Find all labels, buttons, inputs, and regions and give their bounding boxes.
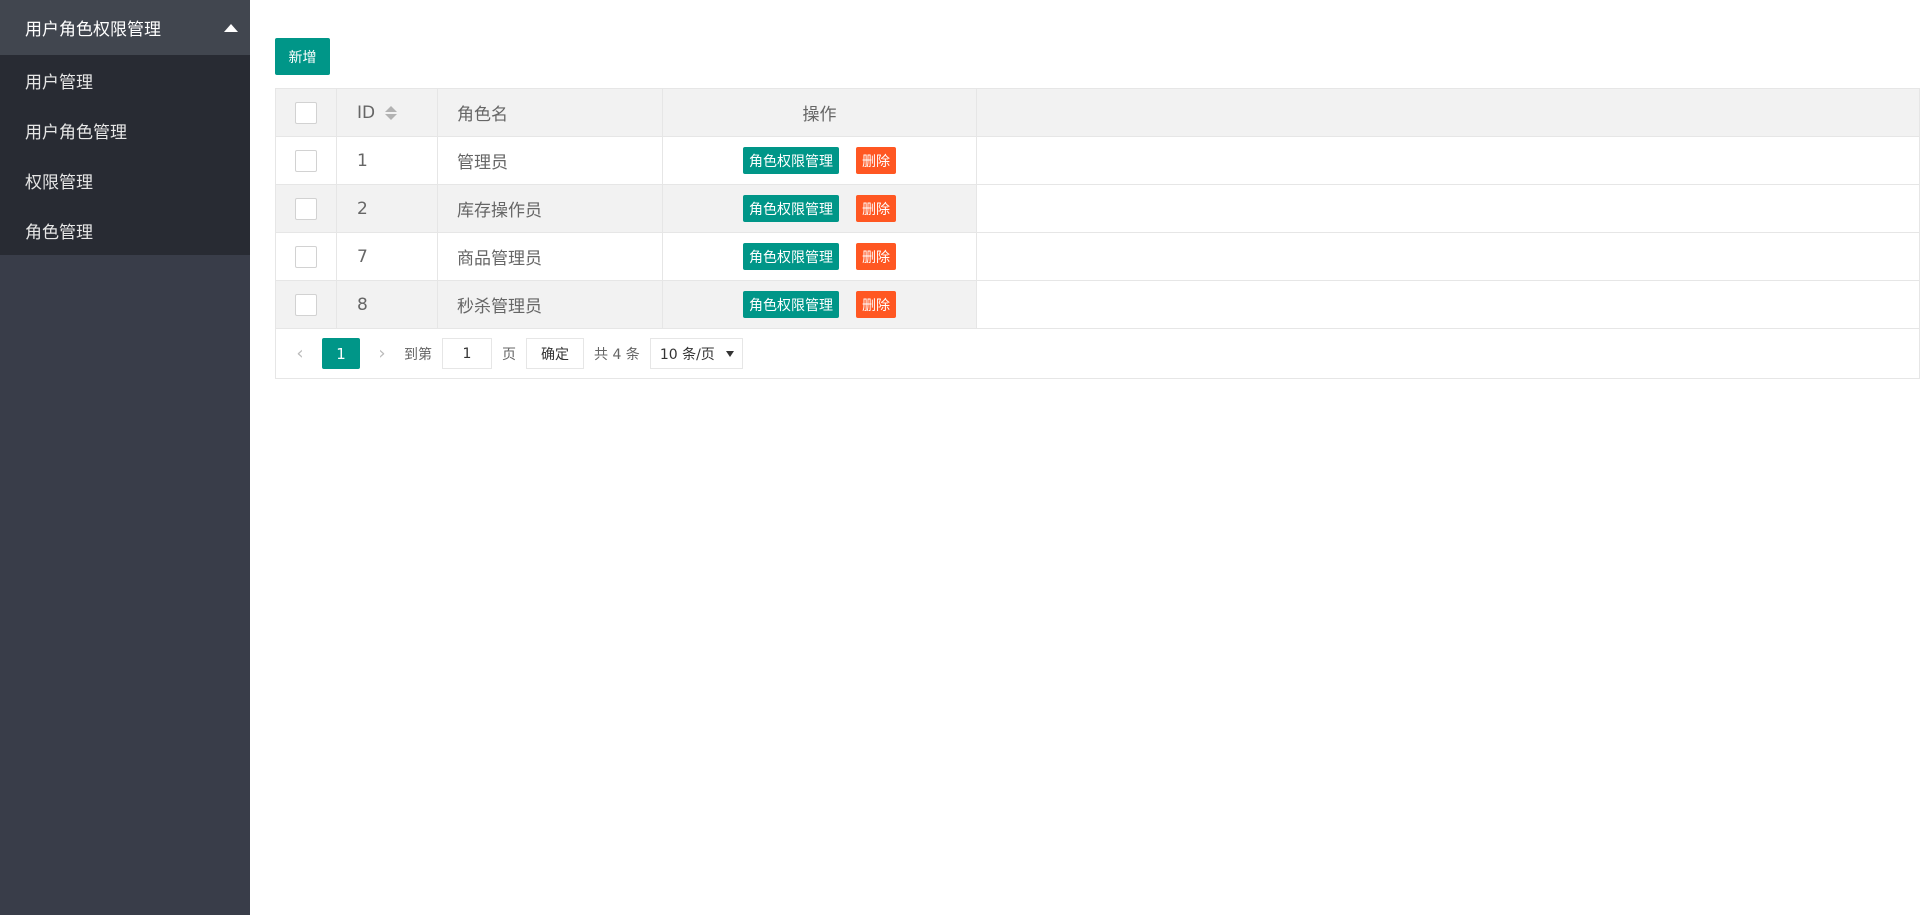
row-ops: 角色权限管理 删除 [663, 185, 977, 232]
dropdown-caret-icon [725, 350, 734, 357]
next-page-icon[interactable]: › [370, 343, 394, 364]
header-ops: 操作 [663, 89, 977, 136]
row-checkbox[interactable] [295, 197, 317, 220]
role-permission-button[interactable]: 角色权限管理 [743, 291, 839, 318]
row-role-name: 管理员 [438, 137, 663, 184]
table-row: 8 秒杀管理员 角色权限管理 删除 [276, 281, 1919, 329]
per-page-value: 10 条/页 [659, 346, 715, 363]
header-role-name: 角色名 [438, 89, 663, 136]
row-role-name: 商品管理员 [438, 233, 663, 280]
per-page-select[interactable]: 10 条/页 [649, 338, 743, 369]
prev-page-icon[interactable]: ‹ [288, 343, 312, 364]
delete-button[interactable]: 删除 [856, 243, 896, 270]
row-filler [977, 185, 1919, 232]
page-unit-label: 页 [502, 346, 516, 363]
confirm-button[interactable]: 确定 [526, 338, 584, 369]
select-all-checkbox[interactable] [295, 101, 317, 124]
sidebar-item-user-management[interactable]: 用户管理 [0, 55, 250, 105]
header-check-cell [276, 89, 337, 136]
row-id: 8 [337, 281, 438, 328]
nav-group-header[interactable]: 用户角色权限管理 [0, 0, 250, 55]
row-filler [977, 281, 1919, 328]
row-check-cell [276, 233, 337, 280]
row-checkbox[interactable] [295, 245, 317, 268]
table-row: 2 库存操作员 角色权限管理 删除 [276, 185, 1919, 233]
row-check-cell [276, 281, 337, 328]
row-id: 7 [337, 233, 438, 280]
delete-button[interactable]: 删除 [856, 195, 896, 222]
sidebar-item-permission-management[interactable]: 权限管理 [0, 155, 250, 205]
sidebar: 用户角色权限管理 用户管理 用户角色管理 权限管理 角色管理 [0, 0, 250, 915]
nav-group-label: 用户角色权限管理 [25, 20, 161, 40]
row-ops: 角色权限管理 删除 [663, 233, 977, 280]
row-check-cell [276, 137, 337, 184]
role-permission-button[interactable]: 角色权限管理 [743, 243, 839, 270]
role-permission-button[interactable]: 角色权限管理 [743, 195, 839, 222]
table-row: 7 商品管理员 角色权限管理 删除 [276, 233, 1919, 281]
row-checkbox[interactable] [295, 149, 317, 172]
row-checkbox[interactable] [295, 293, 317, 316]
delete-button[interactable]: 删除 [856, 147, 896, 174]
header-id[interactable]: ID [337, 89, 438, 136]
sort-icon[interactable] [385, 105, 398, 120]
role-permission-button[interactable]: 角色权限管理 [743, 147, 839, 174]
row-filler [977, 137, 1919, 184]
row-check-cell [276, 185, 337, 232]
row-ops: 角色权限管理 删除 [663, 281, 977, 328]
pagination: ‹ 1 › 到第 页 确定 共 4 条 10 条/页 [276, 329, 1919, 378]
nav-list: 用户管理 用户角色管理 权限管理 角色管理 [0, 55, 250, 255]
row-role-name: 库存操作员 [438, 185, 663, 232]
total-count: 共 4 条 [594, 346, 640, 363]
sidebar-item-user-role-management[interactable]: 用户角色管理 [0, 105, 250, 155]
current-page[interactable]: 1 [322, 338, 360, 369]
caret-up-icon [224, 23, 238, 32]
row-id: 2 [337, 185, 438, 232]
header-id-label: ID [357, 102, 376, 123]
main-content: 新增 ID 角色名 操作 1 管理员 角色权限管理 删除 2 库存操作员 角色权… [250, 0, 1920, 915]
page-number-input[interactable] [442, 338, 492, 369]
delete-button[interactable]: 删除 [856, 291, 896, 318]
row-role-name: 秒杀管理员 [438, 281, 663, 328]
table-row: 1 管理员 角色权限管理 删除 [276, 137, 1919, 185]
role-table: ID 角色名 操作 1 管理员 角色权限管理 删除 2 库存操作员 角色权限管理… [275, 88, 1920, 379]
sidebar-item-role-management[interactable]: 角色管理 [0, 205, 250, 255]
table-header-row: ID 角色名 操作 [276, 89, 1919, 137]
add-button[interactable]: 新增 [275, 38, 330, 75]
row-filler [977, 233, 1919, 280]
header-filler [977, 89, 1919, 136]
row-ops: 角色权限管理 删除 [663, 137, 977, 184]
row-id: 1 [337, 137, 438, 184]
goto-label: 到第 [404, 346, 432, 363]
